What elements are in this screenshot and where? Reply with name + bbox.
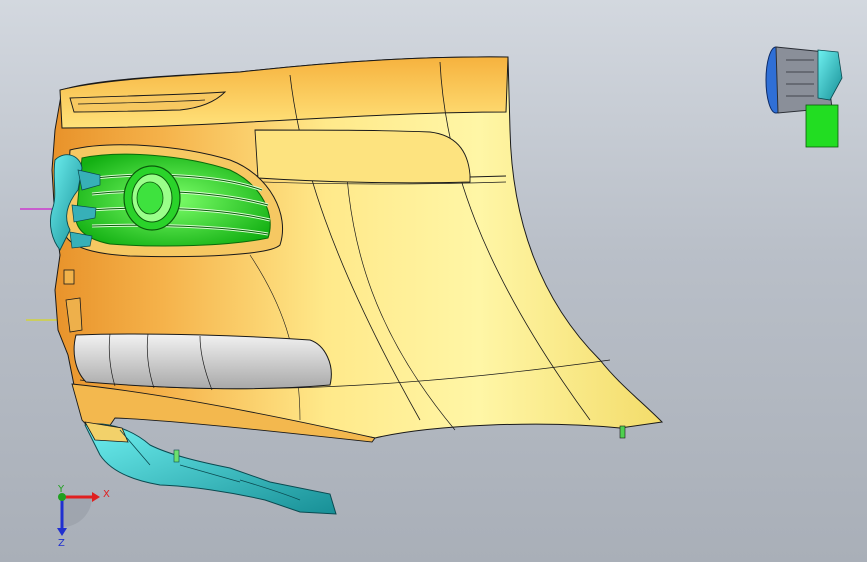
triad-y-label: Y	[57, 484, 65, 495]
model-scene[interactable]: X Y Z	[0, 0, 867, 562]
3d-viewport[interactable]: X Y Z	[0, 0, 867, 562]
triad-x-arrow	[92, 492, 100, 502]
mount-pin-right	[619, 425, 626, 439]
side-tab-upper	[63, 269, 75, 285]
orientation-triad: X Y Z	[57, 484, 110, 549]
lower-bracket-pin	[173, 449, 180, 463]
triad-z-arrow	[57, 528, 67, 536]
triad-x-label: X	[103, 489, 110, 500]
foglamp-assembly-preview[interactable]	[765, 46, 843, 148]
preview-green-bracket	[805, 104, 839, 148]
preview-cyan-part	[817, 49, 843, 101]
upper-recess	[254, 129, 471, 184]
foglamp-lens-inner	[136, 181, 164, 215]
triad-quadrant-shade	[62, 497, 92, 527]
triad-z-label: Z	[58, 538, 65, 549]
